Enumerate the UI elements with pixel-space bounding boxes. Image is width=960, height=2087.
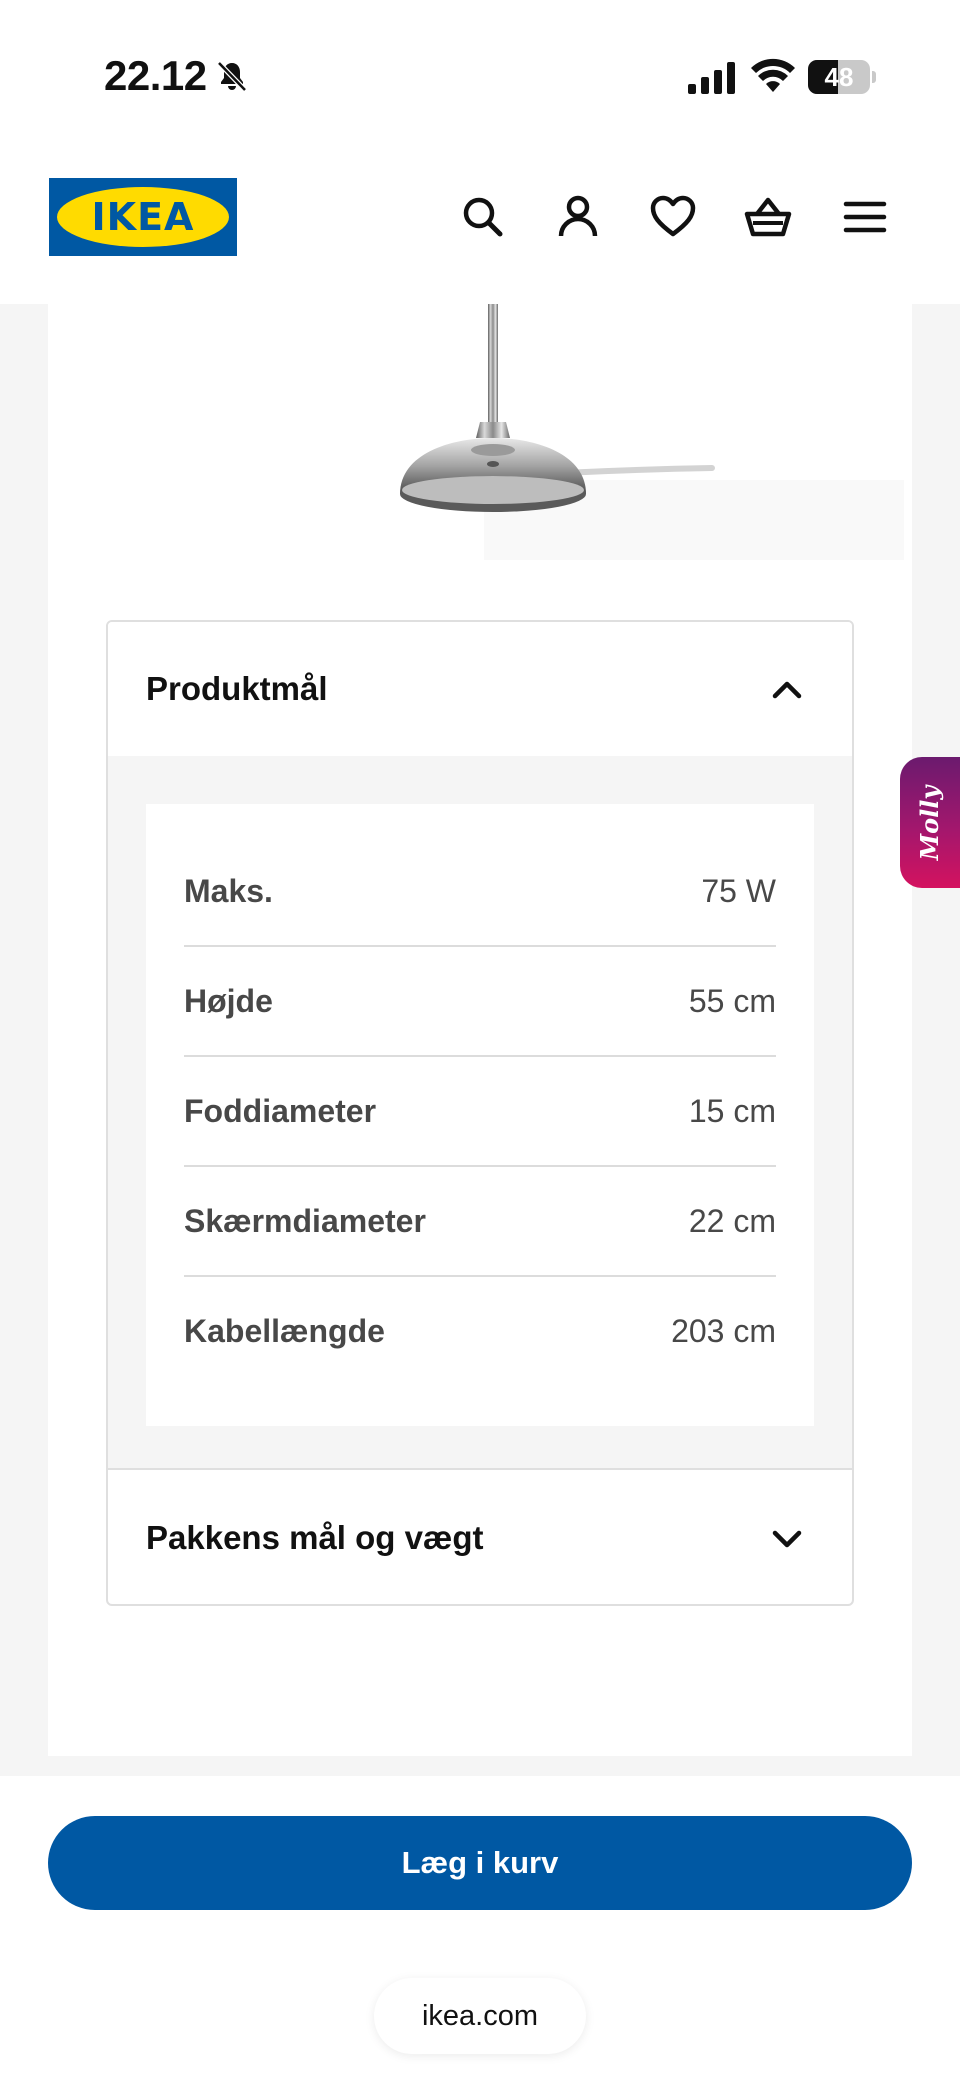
spec-row-height: Højde 55 cm — [184, 946, 776, 1056]
site-header: IKEA — [0, 150, 960, 304]
ikea-logo[interactable]: IKEA — [49, 178, 237, 256]
cart-basket-icon[interactable] — [743, 192, 793, 242]
menu-icon[interactable] — [840, 192, 890, 242]
status-time: 22.12 — [104, 52, 207, 99]
spec-label: Kabellængde — [184, 1313, 385, 1349]
dimensions-accordion: Produktmål Maks. 75 W Højde 55 cm Foddia… — [106, 620, 854, 1606]
spec-row-shade-diameter: Skærmdiameter 22 cm — [184, 1166, 776, 1276]
product-dimensions-title: Produktmål — [146, 670, 328, 707]
cellular-signal-icon — [688, 62, 735, 94]
browser-url-bar[interactable]: ikea.com — [374, 1978, 586, 2054]
account-icon[interactable] — [553, 192, 603, 242]
accordion-header-product-dimensions[interactable]: Produktmål — [108, 622, 852, 756]
spec-label: Foddiameter — [184, 1093, 377, 1129]
chevron-down-icon[interactable] — [770, 1524, 804, 1554]
battery-level: 48 — [824, 62, 854, 92]
spec-value: 75 W — [701, 873, 776, 909]
spec-value: 55 cm — [688, 983, 776, 1019]
product-content: Produktmål Maks. 75 W Højde 55 cm Foddia… — [48, 304, 912, 1756]
spec-value: 203 cm — [671, 1313, 776, 1349]
spec-label: Højde — [184, 983, 273, 1019]
spec-row-base-diameter: Foddiameter 15 cm — [184, 1056, 776, 1166]
wifi-icon — [751, 58, 795, 92]
spec-value: 15 cm — [688, 1093, 776, 1129]
molly-chat-tab[interactable]: Molly — [900, 757, 960, 888]
spec-table: Maks. 75 W Højde 55 cm Foddiameter 15 cm… — [146, 804, 814, 1426]
favorites-heart-icon[interactable] — [648, 192, 698, 242]
chevron-up-icon[interactable] — [770, 674, 804, 704]
logo-text: IKEA — [91, 195, 195, 239]
spec-value: 22 cm — [688, 1203, 776, 1239]
spec-label: Maks. — [184, 873, 273, 909]
product-dimensions-panel: Maks. 75 W Højde 55 cm Foddiameter 15 cm… — [108, 756, 852, 1468]
add-to-cart-button[interactable]: Læg i kurv — [48, 1816, 912, 1910]
status-bar: 22.12 48 — [0, 0, 960, 150]
battery-indicator: 48 — [808, 60, 876, 94]
spec-row-max: Maks. 75 W — [184, 836, 776, 946]
spec-row-cable-length: Kabellængde 203 cm — [184, 1276, 776, 1386]
package-title: Pakkens mål og vægt — [146, 1519, 484, 1556]
bell-muted-icon — [217, 61, 247, 92]
molly-label: Molly — [915, 785, 944, 861]
product-image-lamp — [400, 304, 715, 512]
search-icon[interactable] — [458, 192, 508, 242]
accordion-header-package[interactable]: Pakkens mål og vægt — [108, 1470, 852, 1604]
spec-label: Skærmdiameter — [184, 1203, 426, 1239]
